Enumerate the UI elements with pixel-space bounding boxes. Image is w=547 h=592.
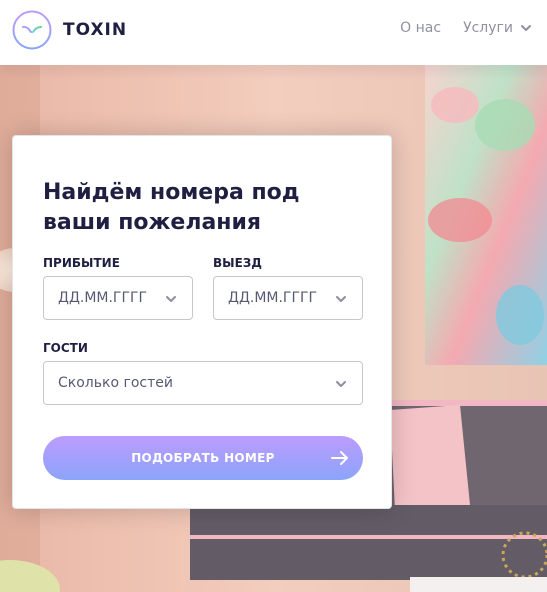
site-header: TOXIN О нас Услуги [0,0,547,65]
chevron-down-icon [166,296,176,302]
chevron-down-icon [521,25,531,31]
arrival-date-field[interactable]: ДД.ММ.ГГГГ [43,276,193,320]
departure-date-placeholder: ДД.ММ.ГГГГ [228,290,318,306]
guests-label: ГОСТИ [43,341,88,355]
nav-item-label: О нас [400,20,442,36]
chevron-down-icon [336,381,346,387]
card-title: Найдём номера под ваши пожелания [43,180,300,235]
departure-label: ВЫЕЗД [213,256,262,270]
find-room-button-label: ПОДОБРАТЬ НОМЕР [131,451,275,465]
departure-date-field[interactable]: ДД.ММ.ГГГГ [213,276,363,320]
nav-item-services[interactable]: Услуги [463,20,533,36]
arrival-date-placeholder: ДД.ММ.ГГГГ [58,290,148,306]
logo[interactable]: TOXIN [12,10,127,50]
room-search-card: Найдём номера под ваши пожелания ПРИБЫТИ… [12,135,392,509]
arrow-right-icon [331,451,348,465]
guests-placeholder: Сколько гостей [58,375,173,391]
nav-item-about[interactable]: О нас [400,20,441,36]
toxin-logo-icon [12,10,52,50]
chevron-down-icon [336,296,346,302]
nav-item-label: Услуги [463,20,513,36]
logo-text: TOXIN [63,20,128,40]
main-nav: О нас Услуги [400,20,533,36]
arrival-label: ПРИБЫТИЕ [43,256,120,270]
find-room-button[interactable]: ПОДОБРАТЬ НОМЕР [43,436,363,480]
guests-dropdown[interactable]: Сколько гостей [43,361,363,405]
